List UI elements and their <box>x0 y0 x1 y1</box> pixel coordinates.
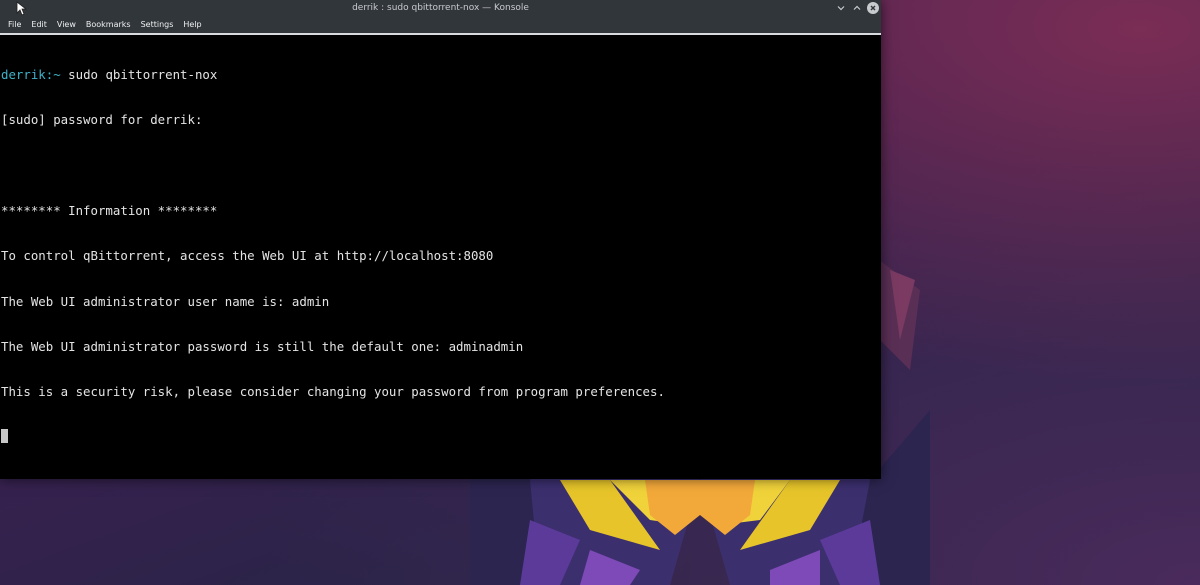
terminal-output[interactable]: derrik:~ sudo qbittorrent-nox [sudo] pas… <box>0 35 881 479</box>
terminal-line: ******** Information ******** <box>1 203 218 219</box>
menu-view[interactable]: View <box>52 17 81 33</box>
menu-edit[interactable]: Edit <box>26 17 52 33</box>
prompt-line: derrik:~ sudo qbittorrent-nox <box>1 67 881 82</box>
menu-settings[interactable]: Settings <box>136 17 179 33</box>
window-title: derrik : sudo qbittorrent-nox — Konsole <box>352 3 529 13</box>
titlebar[interactable]: derrik : sudo qbittorrent-nox — Konsole <box>0 0 881 17</box>
menubar: File Edit View Bookmarks Settings Help <box>0 17 881 33</box>
chevron-down-icon[interactable] <box>835 2 847 14</box>
prompt-command: sudo qbittorrent-nox <box>60 67 218 83</box>
terminal-line: [sudo] password for derrik: <box>1 112 203 128</box>
terminal-line: The Web UI administrator user name is: a… <box>1 293 330 309</box>
window-controls <box>835 2 879 14</box>
terminal-line: The Web UI administrator password is sti… <box>1 338 524 354</box>
chevron-up-icon[interactable] <box>851 2 863 14</box>
menu-help[interactable]: Help <box>178 17 206 33</box>
close-icon[interactable] <box>867 2 879 14</box>
cursor-line <box>1 429 881 444</box>
menu-bookmarks[interactable]: Bookmarks <box>81 17 136 33</box>
prompt-user: derrik <box>1 67 46 83</box>
text-cursor <box>1 429 8 444</box>
prompt-path: :~ <box>45 67 61 83</box>
menu-file[interactable]: File <box>3 17 26 33</box>
konsole-window[interactable]: derrik : sudo qbittorrent-nox — Konsole … <box>0 0 881 479</box>
terminal-line: This is a security risk, please consider… <box>1 384 665 400</box>
terminal-line: To control qBittorrent, access the Web U… <box>1 248 494 264</box>
desktop: derrik : sudo qbittorrent-nox — Konsole … <box>0 0 1200 585</box>
